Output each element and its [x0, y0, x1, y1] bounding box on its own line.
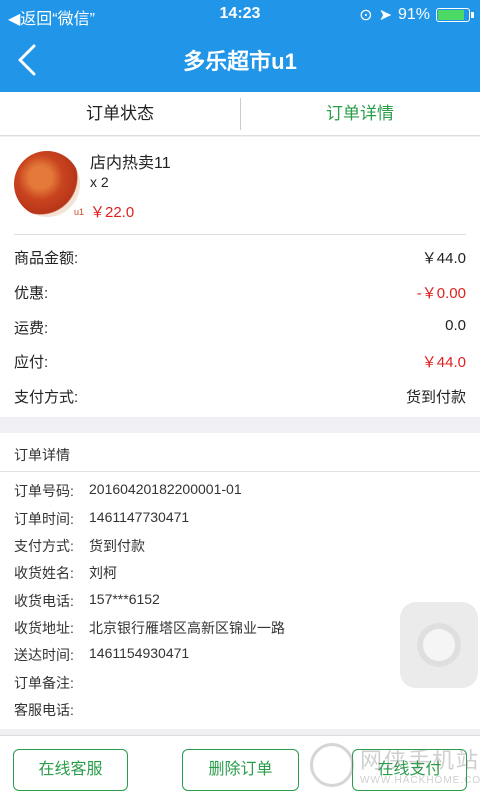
status-bar: ◀返回“微信” 14:23 ⊙ ➤ 91%	[0, 0, 480, 30]
summary-value: 0.0	[445, 317, 466, 334]
product-image-tag: u1	[73, 207, 84, 217]
status-right: ⊙ ➤ 91%	[359, 5, 474, 25]
detail-row: 送达时间: 1461154930471	[14, 645, 466, 665]
bottom-action-bar: 在线客服 删除订单 在线支付	[0, 735, 480, 800]
summary-row-payment-method: 支付方式: 货到付款	[14, 386, 466, 408]
page-title: 多乐超市u1	[183, 49, 297, 74]
detail-row: 收货电话: 157***6152	[14, 591, 466, 611]
detail-row: 收货地址: 北京银行雁塔区高新区锦业一路	[14, 618, 466, 638]
product-item[interactable]: u1 店内热卖11 x 2 ￥22.0	[0, 137, 480, 229]
order-summary-card: u1 店内热卖11 x 2 ￥22.0 商品金额: ￥44.0 优惠: -￥0.…	[0, 137, 480, 417]
summary-row-shipping: 运费: 0.0	[14, 317, 466, 339]
delete-order-button[interactable]: 删除订单	[182, 749, 299, 791]
summary-row-goods-amount: 商品金额: ￥44.0	[14, 247, 466, 269]
detail-row: 收货姓名: 刘柯	[14, 563, 466, 583]
divider	[14, 234, 466, 235]
detail-value: 1461147730471	[89, 509, 190, 525]
battery-fill	[438, 10, 465, 20]
summary-value: -￥0.00	[416, 285, 466, 302]
tab-order-details[interactable]: 订单详情	[240, 92, 480, 135]
detail-label: 客服电话:	[14, 702, 74, 718]
summary-label: 运费:	[14, 320, 49, 337]
product-price: ￥22.0	[90, 204, 135, 221]
section-title: 订单详情	[14, 447, 70, 463]
tab-divider	[240, 98, 241, 130]
detail-value: 货到付款	[89, 538, 145, 554]
assistive-touch-icon	[417, 623, 461, 667]
detail-row: 订单时间: 1461147730471	[14, 509, 466, 529]
summary-label: 应付:	[14, 354, 49, 371]
online-pay-button[interactable]: 在线支付	[352, 749, 467, 791]
location-icon: ➤	[378, 7, 392, 24]
detail-label: 收货姓名:	[14, 565, 74, 581]
detail-label: 送达时间:	[14, 647, 74, 663]
detail-value: 1461154930471	[89, 645, 190, 661]
tab-order-status[interactable]: 订单状态	[0, 92, 240, 135]
detail-label: 订单号码:	[14, 483, 74, 499]
summary-row-discount: 优惠: -￥0.00	[14, 282, 466, 304]
product-image: u1	[14, 151, 84, 217]
product-quantity: x 2	[90, 174, 109, 190]
detail-row: 订单备注:	[14, 673, 466, 693]
top-bar: ◀返回“微信” 14:23 ⊙ ➤ 91% 多乐超市u1	[0, 0, 480, 92]
battery-icon	[436, 8, 474, 22]
product-name: 店内热卖11	[90, 155, 171, 172]
summary-value: ￥44.0	[421, 250, 466, 267]
detail-label: 收货电话:	[14, 593, 74, 609]
detail-row: 订单号码: 20160420182200001-01	[14, 481, 466, 501]
detail-label: 支付方式:	[14, 538, 74, 554]
summary-value: ￥44.0	[421, 354, 466, 371]
assistive-touch-button[interactable]	[400, 602, 478, 688]
summary-value: 货到付款	[405, 389, 466, 406]
detail-row: 支付方式: 货到付款	[14, 536, 466, 556]
orientation-lock-icon: ⊙	[359, 7, 373, 24]
summary-label: 支付方式:	[14, 389, 79, 406]
battery-percent: 91%	[397, 6, 430, 23]
summary-row-payable: 应付: ￥44.0	[14, 351, 466, 373]
detail-label: 收货地址:	[14, 620, 74, 636]
detail-row: 客服电话:	[14, 700, 466, 720]
detail-value: 北京银行雁塔区高新区锦业一路	[89, 620, 285, 636]
summary-label: 商品金额:	[14, 250, 79, 267]
summary-label: 优惠:	[14, 285, 49, 302]
detail-value: 刘柯	[89, 565, 117, 581]
detail-value: 20160420182200001-01	[89, 481, 242, 497]
online-service-button[interactable]: 在线客服	[13, 749, 128, 791]
detail-label: 订单备注:	[14, 675, 74, 691]
nav-bar: 多乐超市u1	[0, 30, 480, 92]
divider	[0, 471, 480, 472]
detail-label: 订单时间:	[14, 511, 74, 527]
detail-value: 157***6152	[89, 591, 160, 607]
